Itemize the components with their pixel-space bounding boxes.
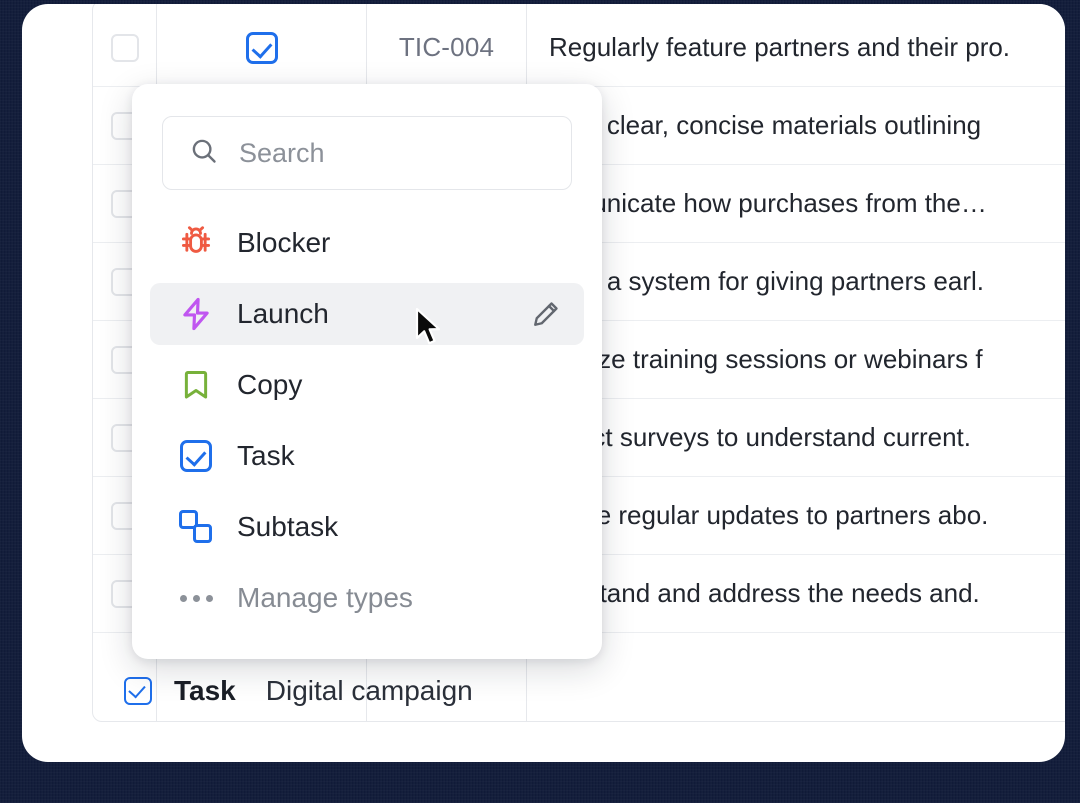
row-select-checkbox[interactable] — [93, 9, 156, 86]
menu-item-subtask[interactable]: Subtask — [150, 496, 584, 558]
menu-item-label: Launch — [237, 298, 329, 329]
bookmark-icon-slot — [177, 366, 215, 404]
menu-item-label: Task — [237, 440, 295, 471]
menu-item-label: Subtask — [237, 511, 339, 542]
search-input[interactable] — [239, 137, 539, 169]
table-row[interactable]: TIC-004 Regularly feature partners and th… — [93, 9, 1065, 87]
row-name-cell: eate a system for giving partners earl. — [549, 266, 984, 296]
bug-icon — [178, 225, 214, 261]
menu-item-label: Blocker — [237, 227, 331, 258]
subtask-icon-slot — [177, 508, 215, 546]
subtask-icon — [179, 510, 213, 544]
ellipsis-icon-slot — [177, 579, 215, 617]
summary-type-label: Task — [174, 674, 236, 706]
search-field-wrapper[interactable] — [162, 116, 572, 190]
menu-item-copy[interactable]: Copy — [150, 354, 584, 416]
menu-item-blocker[interactable]: Blocker — [150, 212, 584, 274]
task-checkbox-icon — [245, 31, 278, 64]
task-checkbox-icon — [180, 440, 212, 472]
app-window: TIC-004 Regularly feature partners and th… — [22, 4, 1065, 762]
row-type-cell[interactable] — [157, 9, 366, 86]
bug-icon-slot — [177, 224, 215, 262]
search-icon — [189, 136, 219, 171]
task-checkbox-icon-slot — [177, 437, 215, 475]
row-name-cell: nduct surveys to understand current. — [549, 422, 972, 452]
row-name-cell: derstand and address the needs and. — [549, 578, 980, 608]
row-name-cell: ganize training sessions or webinars f — [549, 344, 983, 374]
menu-item-label: Copy — [237, 369, 303, 400]
bookmark-icon — [179, 368, 213, 402]
type-menu-list: Blocker Launch Copy Task Subtask Manage types — [150, 212, 584, 638]
ellipsis-icon — [179, 594, 213, 602]
type-picker-popup: Blocker Launch Copy Task Subtask Manage types — [132, 84, 602, 659]
row-name-cell: mmunicate how purchases from the… — [549, 188, 987, 218]
summary-name-label: Digital campaign — [265, 674, 473, 706]
row-name-cell: ovide regular updates to partners abo. — [549, 500, 989, 530]
row-name-cell: Regularly feature partners and their pro… — [549, 32, 1011, 62]
menu-item-launch[interactable]: Launch — [150, 283, 584, 345]
lightning-bolt-icon — [178, 296, 214, 332]
pencil-icon — [531, 299, 561, 329]
menu-item-label: Manage types — [237, 582, 413, 613]
row-id-cell: TIC-004 — [398, 32, 495, 62]
row-name-cell: eate clear, concise materials outlining — [549, 110, 982, 140]
selected-task-summary-row[interactable]: Task Digital campaign — [92, 659, 1065, 722]
screen-root: TIC-004 Regularly feature partners and th… — [0, 0, 1080, 803]
lightning-bolt-icon-slot — [177, 295, 215, 333]
menu-item-manage-types[interactable]: Manage types — [150, 567, 584, 629]
task-checkbox-icon — [124, 676, 152, 705]
menu-item-task[interactable]: Task — [150, 425, 584, 487]
edit-type-button[interactable] — [530, 298, 562, 330]
